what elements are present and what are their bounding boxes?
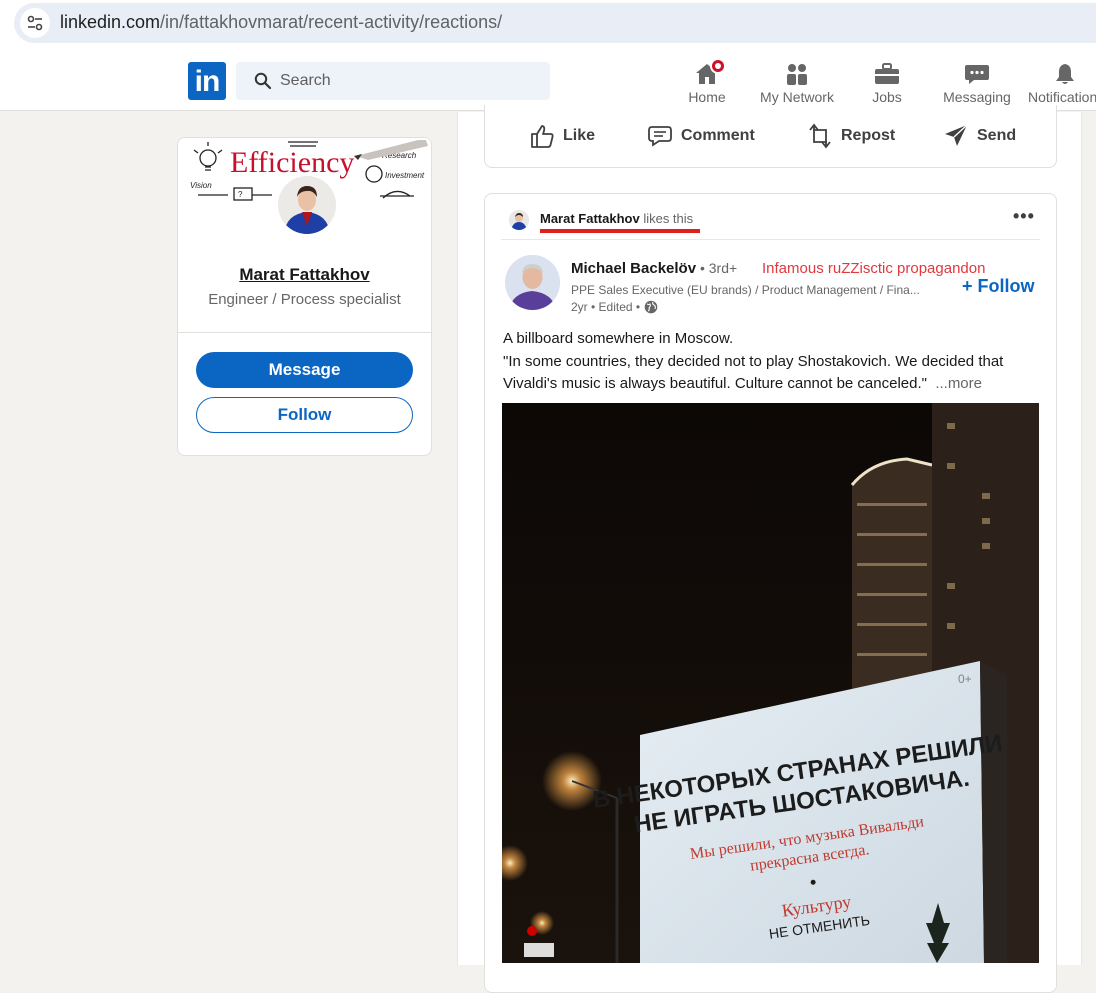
- divider: [178, 332, 431, 333]
- divider: [501, 239, 1040, 240]
- nav-jobs[interactable]: Jobs: [864, 58, 910, 108]
- post-text-line-2: "In some countries, they decided not to …: [503, 352, 1004, 393]
- nav-home[interactable]: Home: [682, 58, 732, 108]
- nav-messaging-label: Messaging: [943, 89, 1011, 105]
- context-avatar[interactable]: [509, 210, 529, 230]
- profile-headline: Engineer / Process specialist: [208, 291, 401, 308]
- more-options-icon[interactable]: •••: [1013, 206, 1035, 227]
- thumbs-up-icon: [531, 125, 554, 148]
- cover-investment-word: Investment: [385, 171, 425, 180]
- linkedin-nav: in Home My Network Jobs Messaging Notifi…: [0, 52, 1096, 111]
- post-card: Marat Fattakhov likes this ••• Michael B…: [484, 193, 1057, 993]
- author-headline: PPE Sales Executive (EU brands) / Produc…: [571, 283, 920, 297]
- post-timestamp: 2yr • Edited •: [571, 300, 658, 314]
- context-name[interactable]: Marat Fattakhov: [540, 211, 640, 226]
- post-context: Marat Fattakhov likes this: [540, 211, 693, 226]
- cover-efficiency-word: Efficiency: [230, 146, 354, 179]
- notification-dot: [710, 58, 726, 74]
- nav-home-label: Home: [688, 89, 726, 105]
- billboard-age-rating: 0+: [958, 672, 972, 686]
- network-icon: [757, 58, 837, 86]
- nav-messaging[interactable]: Messaging: [942, 58, 1012, 108]
- search-input[interactable]: [280, 62, 540, 100]
- post-time: 2yr • Edited •: [571, 300, 641, 314]
- nav-jobs-label: Jobs: [872, 89, 902, 105]
- post-action-bar: Like Comment Repost Send: [484, 105, 1057, 168]
- follow-button[interactable]: Follow: [196, 397, 413, 433]
- comment-label: Comment: [681, 127, 755, 144]
- post-text: A billboard somewhere in Moscow. "In som…: [503, 328, 1048, 396]
- nav-notifications[interactable]: Notifications: [1028, 58, 1096, 108]
- author-avatar[interactable]: [505, 255, 560, 310]
- profile-name[interactable]: Marat Fattakhov: [178, 265, 431, 285]
- see-more-link[interactable]: ...more: [935, 375, 982, 392]
- nav-my-network-label: My Network: [760, 89, 834, 105]
- briefcase-icon: [864, 58, 910, 86]
- profile-card: Efficiency ? Vision Research Investment: [177, 137, 432, 456]
- chat-icon: [942, 58, 1012, 86]
- comment-button[interactable]: Comment: [647, 121, 755, 151]
- author-name[interactable]: Michael Backelöv: [571, 260, 696, 277]
- send-icon: [945, 124, 968, 146]
- site-settings-icon[interactable]: [20, 8, 50, 38]
- repost-label: Repost: [841, 127, 896, 144]
- send-label: Send: [977, 127, 1017, 144]
- linkedin-logo[interactable]: in: [188, 62, 226, 100]
- red-underline-annotation: [540, 229, 700, 233]
- author-name-line: Michael Backelöv • 3rd+: [571, 260, 737, 277]
- search-icon: [254, 72, 272, 90]
- profile-avatar[interactable]: [276, 174, 338, 236]
- follow-author-button[interactable]: + Follow: [962, 276, 1035, 297]
- repost-icon: [809, 123, 831, 149]
- comment-icon: [648, 126, 672, 147]
- red-annotation-label: Infamous ruZZisctic propagandon: [762, 260, 986, 277]
- nav-my-network[interactable]: My Network: [757, 58, 837, 108]
- message-button[interactable]: Message: [196, 352, 413, 388]
- search-box[interactable]: [236, 62, 550, 100]
- send-button[interactable]: Send: [943, 121, 1016, 151]
- cover-vision-word: Vision: [190, 181, 212, 190]
- globe-icon: [644, 300, 658, 314]
- nav-notifications-label: Notifications: [1028, 89, 1096, 105]
- post-image[interactable]: 0+ В НЕКОТОРЫХ СТРАНАХ РЕШИЛИ НЕ ИГРАТЬ …: [502, 403, 1039, 963]
- browser-address-bar: linkedin.com/in/fattakhovmarat/recent-ac…: [0, 0, 1096, 52]
- post-text-line-1: A billboard somewhere in Moscow.: [503, 330, 734, 347]
- like-label: Like: [563, 127, 596, 144]
- bell-icon: [1028, 58, 1096, 86]
- repost-button[interactable]: Repost: [807, 121, 895, 151]
- cover-question: ?: [238, 190, 243, 199]
- url-text[interactable]: linkedin.com/in/fattakhovmarat/recent-ac…: [60, 12, 502, 33]
- connection-degree: • 3rd+: [696, 260, 738, 276]
- like-button[interactable]: Like: [529, 121, 595, 151]
- context-suffix: likes this: [639, 211, 694, 226]
- url-host: linkedin.com: [60, 12, 161, 32]
- url-path: /in/fattakhovmarat/recent-activity/react…: [160, 12, 503, 32]
